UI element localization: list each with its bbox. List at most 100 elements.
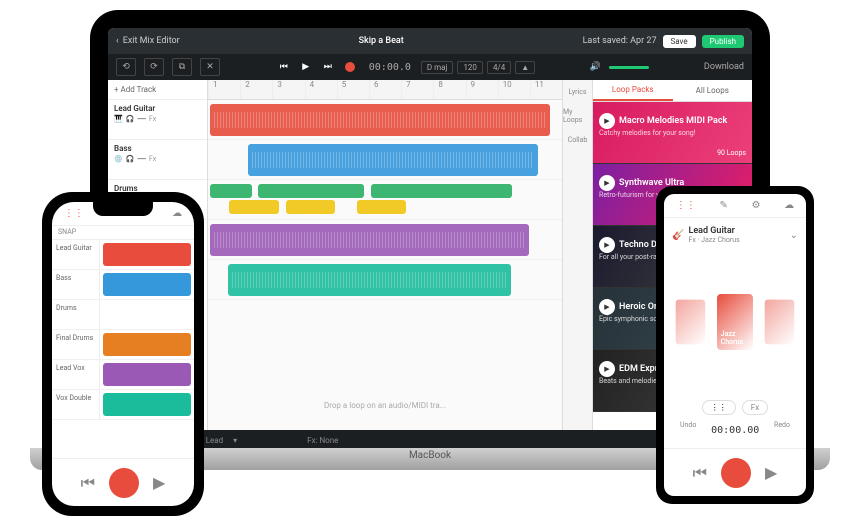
phone-track-row[interactable]: Lead Vox	[52, 360, 194, 390]
snap-label: SNAP	[52, 226, 194, 240]
save-button[interactable]: Save	[663, 35, 696, 48]
phone-header: ⋮⋮ ✎ ⚙ ☁	[664, 194, 806, 218]
guitar-icon: 🎸	[672, 230, 684, 241]
instrument-sub: Fx · Jazz Chorus	[688, 236, 739, 244]
phone-record-button[interactable]	[721, 458, 751, 488]
phone-clip[interactable]	[103, 333, 191, 356]
headphone-icon[interactable]: 🎧	[126, 155, 135, 163]
piano-icon: 🎹	[114, 115, 123, 123]
record-button[interactable]	[341, 58, 359, 76]
timeline[interactable]: 1234567891011 Drop a loop on an audio/MI…	[208, 80, 562, 430]
titlebar: ‹ Exit Mix Editor Skip a Beat Last saved…	[108, 28, 752, 54]
undo-button[interactable]: ⟲	[116, 58, 136, 76]
play-icon[interactable]: ▶	[599, 361, 615, 377]
metronome-button[interactable]: ▲	[515, 61, 535, 74]
phone-transport: ⏮ ▶	[664, 448, 806, 496]
preset-art[interactable]	[676, 300, 705, 345]
volume-icon[interactable]: 🔊	[590, 62, 601, 72]
exit-editor-link[interactable]: Exit Mix Editor	[123, 36, 180, 46]
audio-clip[interactable]	[210, 224, 529, 256]
audio-clip[interactable]	[357, 200, 407, 214]
play-icon[interactable]: ▶	[599, 299, 615, 315]
waveform-icon[interactable]: ⋮⋮	[64, 208, 84, 219]
download-link[interactable]: Download	[704, 62, 744, 72]
bpm-selector[interactable]: 120	[457, 61, 483, 74]
redo-label[interactable]: Redo	[774, 421, 790, 440]
audio-clip[interactable]	[228, 264, 511, 296]
play-button[interactable]: ▶	[297, 58, 315, 76]
audio-clip[interactable]	[258, 184, 364, 198]
phone-timecode: 00:00.00	[711, 425, 759, 436]
preset-art[interactable]	[765, 300, 794, 345]
headphone-icon[interactable]: 🎧	[126, 115, 135, 123]
gear-icon[interactable]: ⚙	[752, 200, 761, 211]
track-label: Final Drums	[52, 330, 100, 359]
play-icon[interactable]: ▶	[599, 175, 615, 191]
skip-fwd-button[interactable]: ⏭	[319, 58, 337, 76]
phone-clip[interactable]	[103, 393, 191, 416]
play-icon[interactable]: ▶	[153, 473, 165, 492]
skip-back-icon[interactable]: ⏮	[693, 463, 707, 483]
timecode-display: 00:00.0	[369, 62, 411, 73]
edit-icon[interactable]: ✎	[719, 200, 727, 211]
publish-button[interactable]: Publish	[702, 35, 744, 48]
collab-tab[interactable]: Collab	[568, 136, 588, 144]
phone-record-button[interactable]	[109, 468, 139, 498]
last-saved-label: Last saved: Apr 27	[583, 36, 657, 46]
cut-button[interactable]: ✕	[200, 58, 220, 76]
key-selector[interactable]: D maj	[421, 61, 454, 74]
timeline-ruler: 1234567891011	[208, 80, 562, 100]
track-label: Lead Guitar	[52, 240, 100, 269]
phone-clip[interactable]	[103, 243, 191, 266]
track-label: Bass	[52, 270, 100, 299]
audio-clip[interactable]	[248, 144, 538, 176]
copy-button[interactable]: ⧉	[172, 58, 192, 76]
track-header[interactable]: Lead Guitar 🎹🎧━━Fx	[108, 100, 207, 140]
audio-clip[interactable]	[210, 104, 550, 136]
phone-track-row[interactable]: Bass	[52, 270, 194, 300]
track-label: Vox Double	[52, 390, 100, 419]
toolbar: ⟲ ⟳ ⧉ ✕ ⏮ ▶ ⏭ 00:00.0 D maj 120 4/4 ▲ 🔊 …	[108, 54, 752, 80]
my-loops-tab[interactable]: My Loops	[563, 108, 592, 124]
play-icon[interactable]: ▶	[599, 237, 615, 253]
undo-label[interactable]: Undo	[680, 421, 696, 440]
redo-button[interactable]: ⟳	[144, 58, 164, 76]
add-track-button[interactable]: + Add Track	[108, 80, 207, 100]
phone-transport: ⏮ ▶	[52, 458, 194, 506]
chevron-down-icon[interactable]: ⌄	[790, 230, 798, 241]
play-icon[interactable]: ▶	[765, 463, 777, 482]
preset-art-active[interactable]: Jazz Chorus	[717, 294, 754, 350]
skip-back-icon[interactable]: ⏮	[81, 473, 95, 493]
cloud-icon[interactable]: ☁	[172, 208, 182, 219]
phone-left: ⋮⋮ ✎ ⚙ ☁ SNAP Lead GuitarBassDrumsFinal …	[42, 192, 204, 516]
cloud-icon[interactable]: ☁	[784, 200, 794, 211]
loop-pack-item[interactable]: ▶Macro Melodies MIDI PackCatchy melodies…	[593, 102, 752, 164]
project-title: Skip a Beat	[186, 36, 577, 46]
audio-clip[interactable]	[210, 184, 252, 198]
play-icon[interactable]: ▶	[599, 113, 615, 129]
audio-clip[interactable]	[371, 184, 513, 198]
phone-right: ⋮⋮ ✎ ⚙ ☁ 🎸 Lead Guitar Fx · Jazz Chorus …	[656, 186, 814, 504]
fx-toggle[interactable]: Fx	[742, 400, 768, 415]
drop-hint-label: Drop a loop on an audio/MIDI tra...	[208, 401, 562, 410]
loop-packs-tab[interactable]: Loop Packs	[593, 80, 673, 101]
phone-clip[interactable]	[103, 273, 191, 296]
timesig-selector[interactable]: 4/4	[487, 61, 511, 74]
phone-track-row[interactable]: Vox Double	[52, 390, 194, 420]
all-loops-tab[interactable]: All Loops	[673, 80, 753, 101]
fx-label[interactable]: Fx: None	[307, 436, 338, 445]
chevron-left-icon[interactable]: ‹	[116, 36, 119, 46]
audio-clip[interactable]	[286, 200, 336, 214]
phone-clip[interactable]	[103, 363, 191, 386]
track-header[interactable]: Bass 💿🎧━━Fx	[108, 140, 207, 180]
phone-clip[interactable]	[103, 303, 191, 326]
phone-track-row[interactable]: Final Drums	[52, 330, 194, 360]
phone-track-row[interactable]: Lead Guitar	[52, 240, 194, 270]
lyrics-tab[interactable]: Lyrics	[569, 88, 587, 96]
waveform-icon[interactable]: ⋮⋮	[676, 200, 696, 211]
phone-track-row[interactable]: Drums	[52, 300, 194, 330]
audio-clip[interactable]	[229, 200, 279, 214]
waveform-toggle[interactable]: ⋮⋮	[702, 400, 736, 415]
volume-slider[interactable]	[609, 66, 649, 69]
skip-back-button[interactable]: ⏮	[275, 58, 293, 76]
